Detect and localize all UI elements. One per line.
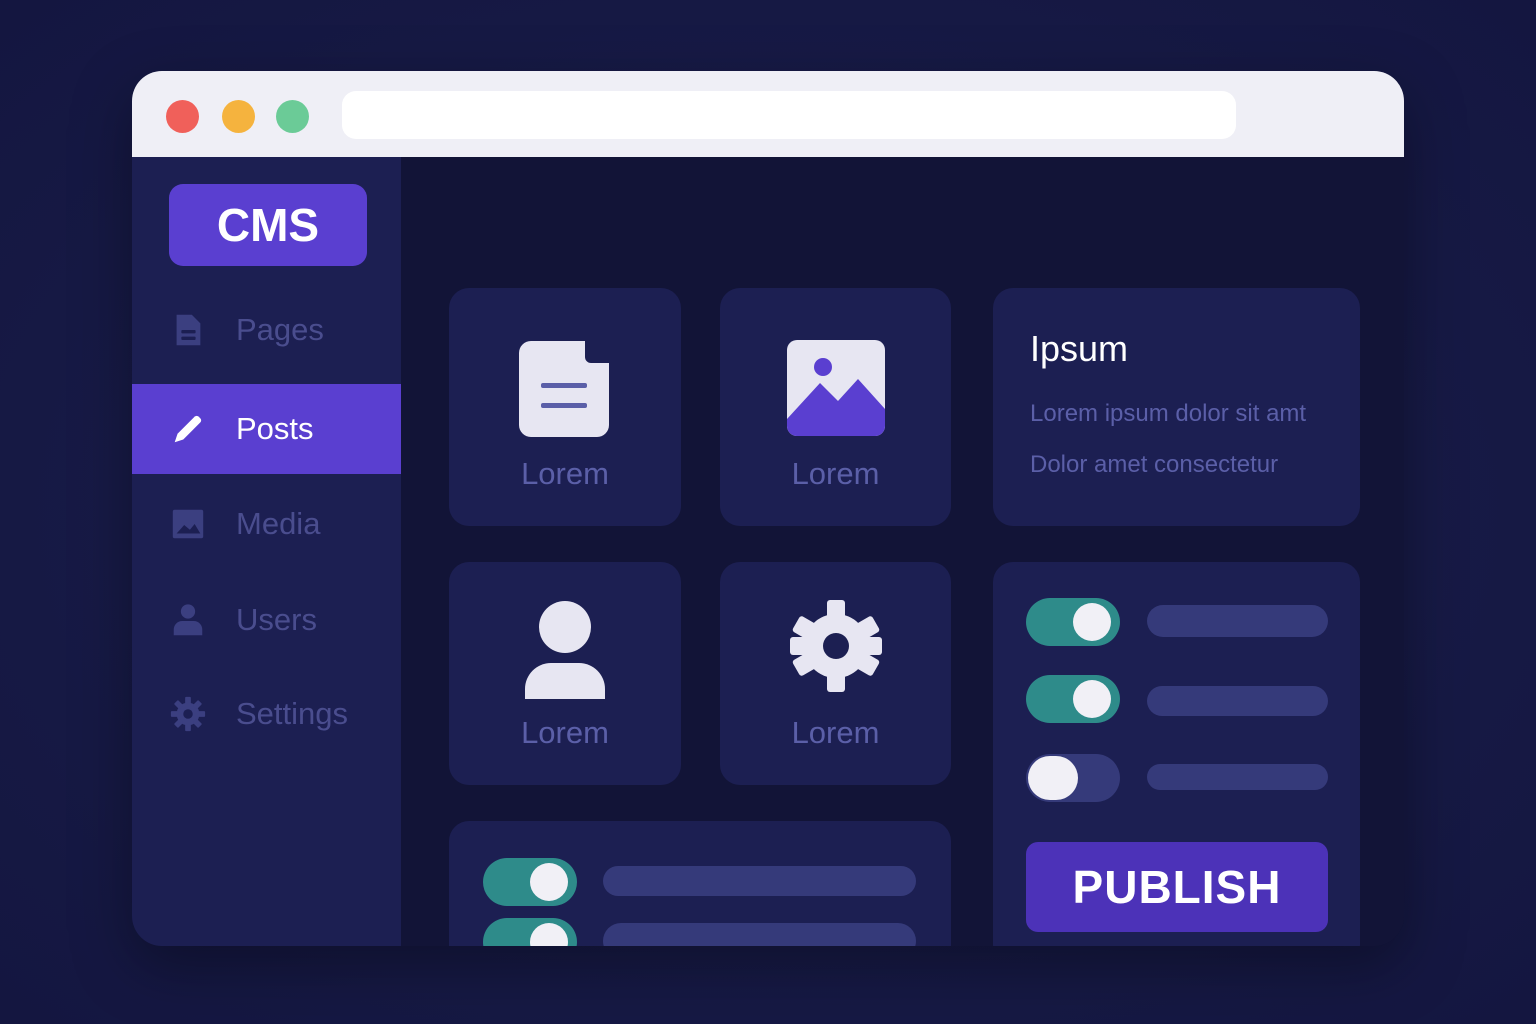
sidebar: CMS Pages Posts Media Users Settings <box>132 157 401 946</box>
placeholder-bar <box>1147 764 1328 790</box>
sidebar-item-label: Users <box>236 602 317 637</box>
sidebar-item-label: Media <box>236 506 321 541</box>
sidebar-item-posts[interactable]: Posts <box>132 384 401 474</box>
gear-icon <box>788 598 884 694</box>
publish-button[interactable]: PUBLISH <box>1026 842 1328 932</box>
placeholder-bar <box>1147 605 1328 637</box>
image-icon <box>786 339 886 437</box>
tile-label: Lorem <box>521 456 609 491</box>
tile-label: Lorem <box>521 715 609 750</box>
sidebar-item-label: Settings <box>236 696 349 731</box>
tile-card[interactable]: Lorem <box>720 562 951 785</box>
sidebar-item-label: Pages <box>236 312 324 347</box>
pencil-icon <box>168 409 208 449</box>
tile-card[interactable]: Lorem <box>449 288 681 526</box>
brand-logo[interactable]: CMS <box>169 184 367 266</box>
document-icon <box>517 339 613 439</box>
info-line: Lorem ipsum dolor sit amt <box>1030 400 1307 427</box>
sidebar-item-settings[interactable]: Settings <box>132 669 401 759</box>
sidebar-item-users[interactable]: Users <box>132 575 401 665</box>
minimize-window-button[interactable] <box>222 100 255 133</box>
tile-card[interactable]: Lorem <box>720 288 951 526</box>
toggle-switch[interactable] <box>1026 598 1120 646</box>
document-icon <box>168 310 208 350</box>
address-bar[interactable] <box>342 91 1236 139</box>
user-icon <box>524 601 606 701</box>
stage: CMS Pages Posts Media Users Settings Lor… <box>0 0 1536 1024</box>
toggle-switch[interactable] <box>483 918 577 946</box>
close-window-button[interactable] <box>166 100 199 133</box>
maximize-window-button[interactable] <box>276 100 309 133</box>
gear-icon <box>168 694 208 734</box>
settings-panel: PUBLISH <box>993 562 1360 946</box>
info-line: Dolor amet consectetur <box>1030 451 1279 478</box>
tile-label: Lorem <box>791 715 880 750</box>
placeholder-bar <box>603 923 916 946</box>
tile-card[interactable]: Lorem <box>449 562 681 785</box>
sidebar-item-pages[interactable]: Pages <box>132 285 401 375</box>
toggle-switch[interactable] <box>1026 754 1120 802</box>
toggle-switch[interactable] <box>1026 675 1120 723</box>
tile-label: Lorem <box>791 456 880 491</box>
placeholder-bar <box>1147 686 1328 716</box>
image-icon <box>168 504 208 544</box>
main-content: Lorem Lorem Ipsum Lorem ipsum dolor sit … <box>401 157 1404 946</box>
placeholder-bar <box>603 866 916 896</box>
sidebar-item-label: Posts <box>236 411 314 446</box>
info-card: Ipsum Lorem ipsum dolor sit amt Dolor am… <box>993 288 1360 526</box>
user-icon <box>168 600 208 640</box>
info-title: Ipsum <box>1030 328 1129 369</box>
options-panel <box>449 821 951 946</box>
window-titlebar <box>132 71 1404 157</box>
sidebar-item-media[interactable]: Media <box>132 479 401 569</box>
browser-window: CMS Pages Posts Media Users Settings Lor… <box>132 71 1404 946</box>
toggle-switch[interactable] <box>483 858 577 906</box>
